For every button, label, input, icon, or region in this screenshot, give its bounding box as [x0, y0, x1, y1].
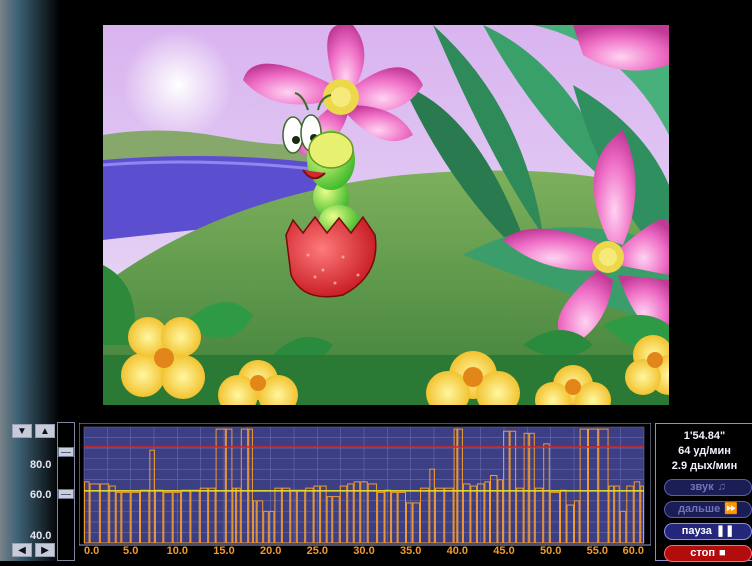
- y-axis-label-40: 40.0: [30, 530, 52, 542]
- sound-button-label: звук: [690, 481, 714, 493]
- x-tick-label: 50.0: [540, 545, 561, 557]
- x-tick-label: 30.0: [353, 545, 374, 557]
- triangle-left-icon: ◀: [18, 545, 26, 556]
- triangle-down-icon: ▼: [17, 426, 27, 437]
- stop-square-icon: ■: [719, 547, 726, 559]
- x-tick-label: 15.0: [213, 545, 234, 557]
- breath-rate: 2.9 дых/мин: [671, 460, 738, 472]
- scale-down-button[interactable]: ▼: [12, 424, 32, 438]
- chart-svg: 0.0 5.0 10.0 15.0 20.0 25.0 30.0 35.0 40.0 45.0 50…: [78, 422, 652, 557]
- pause-button-label: пауза: [681, 525, 712, 537]
- music-note-icon: ♫: [717, 481, 726, 493]
- x-tick-label: 0.0: [84, 545, 99, 557]
- cartoon-illustration: [103, 25, 669, 405]
- session-panel: 1'54.84" 64 уд/мин 2.9 дых/мин звук ♫ дал…: [655, 423, 752, 562]
- sound-button[interactable]: звук ♫: [664, 479, 752, 496]
- x-tick-label: 35.0: [400, 545, 421, 557]
- pulse-rate: 64 уд/мин: [678, 445, 731, 457]
- x-tick-label: 25.0: [307, 545, 328, 557]
- scale-up-button[interactable]: ▲: [35, 424, 55, 438]
- next-button-label: дальше: [678, 503, 721, 515]
- triangle-up-icon: ▲: [40, 426, 50, 437]
- x-tick-label: 55.0: [587, 545, 608, 557]
- pause-icon: ❚❚: [715, 525, 735, 537]
- left-edge-glow: [0, 0, 60, 561]
- y-axis-label-80: 80.0: [30, 459, 52, 471]
- caterpillar-scene: [103, 25, 669, 405]
- scroll-left-button[interactable]: ◀: [12, 543, 32, 557]
- pause-button[interactable]: пауза ❚❚: [664, 523, 752, 540]
- x-tick-label: 40.0: [447, 545, 468, 557]
- x-tick-label: 10.0: [167, 545, 188, 557]
- scroll-right-button[interactable]: ▶: [35, 543, 55, 557]
- upper-threshold-handle[interactable]: [58, 447, 74, 457]
- next-button[interactable]: дальше ⏩: [664, 501, 752, 518]
- stop-button[interactable]: стоп ■: [664, 545, 752, 562]
- elapsed-time: 1'54.84": [683, 430, 726, 442]
- lower-threshold-handle[interactable]: [58, 489, 74, 499]
- x-tick-label: 45.0: [493, 545, 514, 557]
- heart-rate-chart: 0.0 5.0 10.0 15.0 20.0 25.0 30.0 35.0 40.0 45.0 50…: [78, 422, 652, 561]
- triangle-right-icon: ▶: [41, 545, 49, 556]
- x-tick-label: 20.0: [260, 545, 281, 557]
- x-tick-label: 60.0: [623, 545, 644, 557]
- fast-forward-icon: ⏩: [724, 503, 738, 515]
- y-axis-label-60: 60.0: [30, 489, 52, 501]
- stop-button-label: стоп: [690, 547, 716, 559]
- x-tick-label: 5.0: [123, 545, 138, 557]
